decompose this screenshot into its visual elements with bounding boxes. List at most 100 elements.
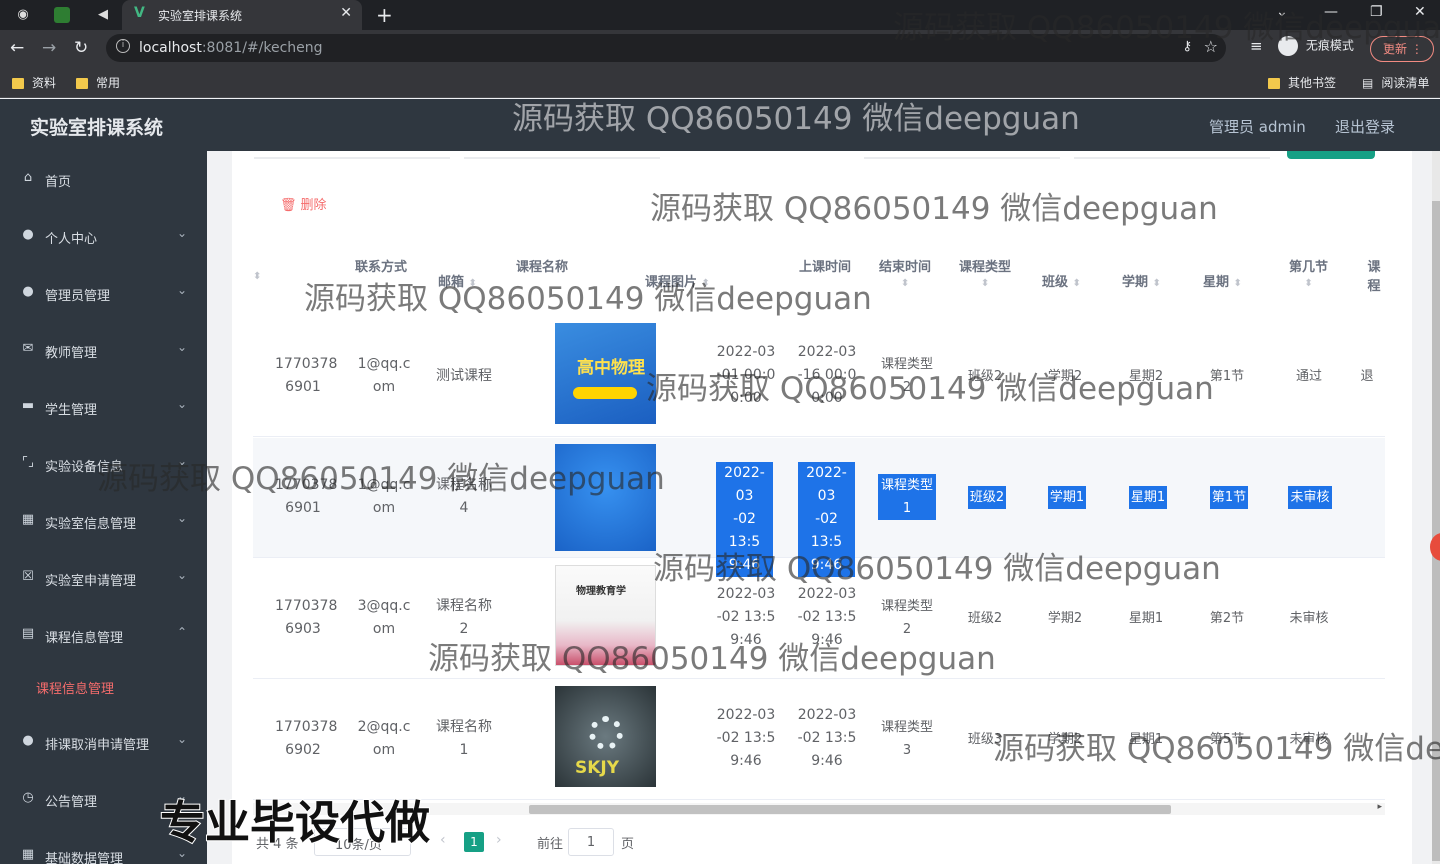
site-info-icon[interactable]: i: [116, 39, 130, 53]
section-cell: 第1节: [1210, 486, 1248, 509]
course-image[interactable]: [555, 444, 656, 551]
sidebar-item-cancel-requests[interactable]: ● 排课取消申请管理 ⌄: [0, 714, 207, 770]
sidebar-item-label: 教师管理: [45, 346, 98, 361]
sidebar-item-labs[interactable]: ▦ 实验室信息管理 ⌄: [0, 493, 207, 549]
weekday-cell: 星期2: [1128, 369, 1164, 384]
main-content: 🗑 删除 ⬍ 联系方式 邮箱 ⬍ 课程名称 课程图片 ⬍ 上课时间 结束时间 ⬍ 课…: [207, 151, 1440, 864]
audio-tab-icon[interactable]: ◀: [94, 6, 112, 24]
minimize-button[interactable]: —: [1324, 4, 1338, 20]
course-image[interactable]: 高中物理: [555, 323, 656, 424]
sidebar-item-label: 首页: [45, 175, 72, 190]
vscroll-thumb[interactable]: [1432, 201, 1440, 861]
sidebar-item-teachers[interactable]: ✉ 教师管理 ⌄: [0, 322, 207, 378]
tab-close-icon[interactable]: ✕: [340, 5, 352, 21]
sort-icon[interactable]: ⬍: [253, 271, 261, 282]
phone-cell: 1770378 6901: [275, 356, 338, 395]
new-tab-button[interactable]: +: [376, 3, 393, 27]
course-image[interactable]: SKJY: [555, 686, 656, 787]
search-button[interactable]: [1287, 151, 1375, 159]
search-field-edge[interactable]: [1074, 157, 1270, 159]
sidebar-item-home[interactable]: ⌂ 首页: [0, 151, 207, 207]
sidebar-item-courses[interactable]: ▤ 课程信息管理 ⌃: [0, 607, 207, 663]
sidebar-item-equipment[interactable]: ⌜⌟ 实验设备信息 ⌄: [0, 436, 207, 492]
sidebar-item-label: 实验设备信息: [45, 460, 124, 475]
pinned-tab-icon[interactable]: [54, 7, 70, 23]
sidebar-item-lab-requests[interactable]: ☒ 实验室申请管理 ⌄: [0, 550, 207, 606]
col-term[interactable]: 学期 ⬍: [1122, 271, 1161, 290]
col-course-image[interactable]: 课程图片 ⬍: [645, 271, 710, 290]
goto-page-input[interactable]: [568, 828, 614, 856]
back-icon[interactable]: ←: [10, 38, 24, 58]
page-number-current[interactable]: 1: [464, 832, 484, 852]
search-field-edge[interactable]: [464, 157, 660, 159]
bookmark-folder-0[interactable]: 资料: [12, 74, 56, 91]
delete-button[interactable]: 🗑 删除: [280, 194, 327, 213]
reading-mode-icon[interactable]: ≡: [1250, 37, 1263, 55]
address-bar-row: ← → ↻ i localhost:8081/#/kecheng ⚷ ☆ ≡: [0, 30, 1440, 66]
col-start-time[interactable]: 上课时间: [799, 256, 851, 275]
prev-page-icon[interactable]: ‹: [440, 832, 446, 848]
sidebar-item-students[interactable]: ▬ 学生管理 ⌄: [0, 379, 207, 435]
col-contact[interactable]: 联系方式: [355, 256, 407, 275]
reload-icon[interactable]: ↻: [74, 38, 88, 58]
logout-link[interactable]: 退出登录: [1335, 116, 1395, 137]
table-row[interactable]: 1770378 6902 2@qq.c om 课程名称 1 SKJY 2022-03-…: [253, 680, 1385, 800]
image-band: [573, 387, 637, 399]
reading-list-icon: ▤: [1362, 76, 1374, 90]
tab-active[interactable]: V 实验室排课系统 ✕: [122, 0, 362, 30]
col-section[interactable]: 第几节 ⬍: [1289, 256, 1328, 290]
start-time-cell: 2022-03 -02 13:5 9:46: [716, 586, 776, 648]
status-cell: 未审核: [1289, 732, 1329, 747]
sidebar-item-label: 学生管理: [45, 403, 98, 418]
bookmark-star-icon[interactable]: ☆: [1204, 37, 1218, 56]
incognito-indicator[interactable]: 无痕模式: [1278, 36, 1354, 60]
section-cell: 第2节: [1209, 611, 1245, 626]
col-course-name[interactable]: 课程名称: [516, 256, 568, 275]
password-key-icon[interactable]: ⚷: [1182, 39, 1192, 54]
window-close-button[interactable]: ✕: [1414, 4, 1426, 20]
course-type-cell: 课程类型 2: [880, 357, 933, 395]
url-input[interactable]: i localhost:8081/#/kecheng ⚷ ☆: [106, 34, 1226, 62]
forward-icon[interactable]: →: [42, 38, 56, 58]
scroll-right-icon[interactable]: ▸: [1377, 802, 1382, 812]
home-icon: ⌂: [23, 170, 33, 185]
col-weekday[interactable]: 星期 ⬍: [1203, 271, 1242, 290]
browser-logo-icon[interactable]: ◉: [14, 6, 32, 24]
hscroll-thumb[interactable]: [529, 805, 1171, 814]
table-row[interactable]: 1770378 6903 3@qq.c om 课程名称 2 物理教育学 2022-03…: [253, 559, 1385, 679]
weekday-cell: 星期1: [1128, 611, 1164, 626]
sidebar-item-admins[interactable]: ● 管理员管理 ⌄: [0, 265, 207, 321]
status-cell: 未审核: [1288, 486, 1332, 509]
col-course-type[interactable]: 课程类型 ⬍: [959, 256, 1011, 290]
sidebar-item-profile[interactable]: ● 个人中心 ⌄: [0, 208, 207, 264]
email-cell: 3@qq.c om: [357, 598, 411, 637]
tab-search-icon[interactable]: ⌄: [1276, 4, 1288, 20]
col-email[interactable]: 邮箱 ⬍: [438, 271, 477, 290]
page-vscrollbar[interactable]: [1432, 151, 1440, 864]
sidebar-item-label: 课程信息管理: [45, 631, 124, 646]
col-end-time[interactable]: 结束时间 ⬍: [879, 256, 931, 290]
content-card: 🗑 删除 ⬍ 联系方式 邮箱 ⬍ 课程名称 课程图片 ⬍ 上课时间 结束时间 ⬍ 课…: [232, 151, 1412, 864]
restore-button[interactable]: ❐: [1370, 4, 1383, 20]
mail-icon: ✉: [22, 341, 34, 356]
bookmark-folder-1[interactable]: 常用: [76, 74, 120, 91]
submenu-course-info[interactable]: 课程信息管理: [36, 678, 114, 697]
table-row[interactable]: 1770378 6901 1@qq.c om 测试课程 高中物理 2022-03 -0…: [253, 317, 1385, 437]
grid-icon: ▦: [21, 847, 35, 862]
table-row[interactable]: 1770378 6901 1@qq.c om 课程名称 4 2022-03 -02 13…: [253, 438, 1385, 577]
other-bookmarks[interactable]: 其他书签: [1268, 74, 1336, 91]
term-cell: 学期1: [1048, 486, 1086, 509]
reading-list[interactable]: ▤ 阅读清单: [1362, 74, 1429, 91]
chevron-down-icon: ⌄: [176, 568, 187, 582]
col-class[interactable]: 班级 ⬍: [1042, 271, 1081, 290]
col-audit[interactable]: 课程: [1363, 256, 1385, 294]
close-box-icon: ☒: [22, 569, 34, 584]
course-image[interactable]: 物理教育学: [555, 565, 656, 666]
search-field-edge[interactable]: [254, 157, 450, 159]
search-field-edge[interactable]: [864, 157, 1060, 159]
start-time-cell: 2022-03 -01 00:0 0:00: [716, 344, 776, 406]
section-cell: 第5节: [1209, 732, 1245, 747]
next-page-icon[interactable]: ›: [496, 832, 502, 848]
status-cell: 通过: [1295, 369, 1322, 384]
update-button[interactable]: 更新 ⋮: [1370, 36, 1434, 62]
